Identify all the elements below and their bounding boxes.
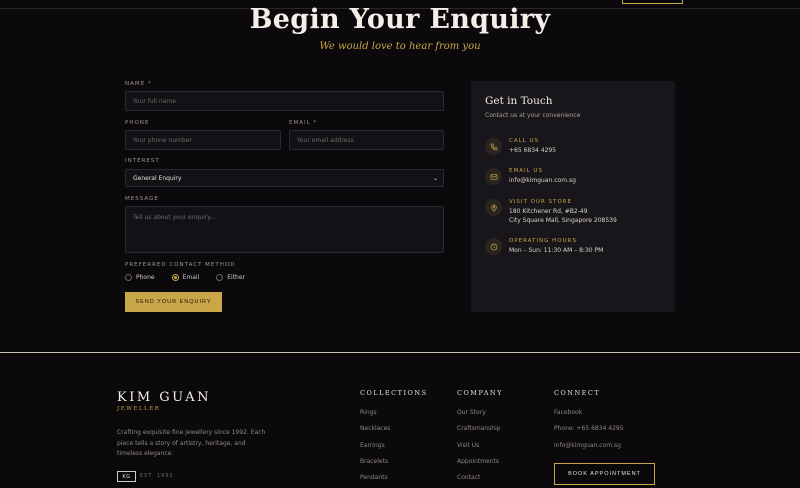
email-us-title: EMAIL US bbox=[509, 168, 543, 174]
call-us-title: CALL US bbox=[509, 138, 539, 144]
footer-description: Crafting exquisite fine jewellery since … bbox=[117, 429, 266, 457]
footer-brand-sub: JEWELLER bbox=[117, 406, 161, 412]
radio-email[interactable]: Email bbox=[171, 274, 200, 281]
map-pin-icon bbox=[485, 199, 502, 216]
footer-link-earrings[interactable]: Earrings bbox=[360, 442, 385, 449]
address-line-1: 180 Kitchener Rd, #B2-49 bbox=[509, 208, 588, 215]
footer-link-facebook[interactable]: Facebook bbox=[554, 409, 582, 416]
phone-label: PHONE bbox=[125, 120, 150, 126]
footer-link-appointments[interactable]: Appointments bbox=[457, 458, 499, 465]
footer-link-phone[interactable]: Phone: +65 6834 4295 bbox=[554, 425, 624, 432]
name-placeholder: Your full name bbox=[133, 97, 176, 105]
radio-either-label: Either bbox=[227, 274, 246, 281]
footer-link-visit-us[interactable]: Visit Us bbox=[457, 442, 479, 449]
footer-link-craftsmanship[interactable]: Craftsmanship bbox=[457, 425, 501, 432]
email-us-value[interactable]: info@kimguan.com.sg bbox=[509, 176, 576, 185]
kg-badge: KG bbox=[117, 471, 136, 482]
contact-card: Get in Touch Contact us at your convenie… bbox=[471, 81, 675, 312]
page-subtitle: We would love to hear from you bbox=[319, 41, 481, 52]
radio-circle bbox=[216, 274, 224, 281]
footer-link-contact[interactable]: Contact bbox=[457, 474, 480, 481]
email-input[interactable]: Your email address bbox=[289, 130, 444, 150]
footer-brand: KIM GUAN bbox=[117, 390, 211, 405]
contact-card-subtitle: Contact us at your convenience bbox=[485, 112, 581, 119]
radio-circle-selected bbox=[171, 274, 179, 281]
connect-heading: CONNECT bbox=[554, 389, 601, 397]
email-label: EMAIL * bbox=[289, 120, 318, 126]
phone-icon bbox=[485, 138, 502, 155]
visit-store-title: VISIT OUR STORE bbox=[509, 199, 573, 205]
footer-link-bracelets[interactable]: Bracelets bbox=[360, 458, 388, 465]
footer-link-our-story[interactable]: Our Story bbox=[457, 409, 486, 416]
footer-link-rings[interactable]: Rings bbox=[360, 409, 377, 416]
contact-card-title: Get in Touch bbox=[485, 95, 553, 107]
mail-icon bbox=[485, 168, 502, 185]
book-appointment-button[interactable]: BOOK APPOINTMENT bbox=[554, 463, 655, 485]
message-placeholder: Tell us about your enquiry... bbox=[133, 214, 216, 221]
footer-link-email[interactable]: info@kimguan.com.sg bbox=[554, 442, 621, 449]
phone-placeholder: Your phone number bbox=[133, 136, 192, 144]
radio-phone[interactable]: Phone bbox=[125, 274, 155, 281]
interest-select[interactable]: General Enquiry ⌄ bbox=[125, 169, 444, 187]
message-textarea[interactable]: Tell us about your enquiry... bbox=[125, 206, 444, 253]
operating-hours-value: Mon – Sun: 11:30 AM – 8:30 PM bbox=[509, 247, 604, 254]
call-us-value[interactable]: +65 6834 4295 bbox=[509, 146, 556, 155]
radio-circle bbox=[125, 274, 132, 281]
visit-store-address: 180 Kitchener Rd, #B2-49 City Square Mal… bbox=[509, 207, 617, 225]
contact-method-group: Phone Email Either bbox=[125, 274, 255, 281]
radio-phone-label: Phone bbox=[136, 274, 155, 281]
footer-link-necklaces[interactable]: Necklaces bbox=[360, 425, 390, 432]
message-label: MESSAGE bbox=[125, 196, 159, 202]
radio-either[interactable]: Either bbox=[216, 274, 245, 281]
radio-email-label: Email bbox=[182, 274, 200, 281]
name-input[interactable]: Your full name bbox=[125, 91, 444, 111]
chevron-down-icon: ⌄ bbox=[432, 174, 438, 182]
footer-divider bbox=[0, 352, 800, 353]
collections-heading: COLLECTIONS bbox=[360, 389, 428, 397]
footer-link-pendants[interactable]: Pendants bbox=[360, 474, 388, 481]
company-heading: COMPANY bbox=[457, 389, 503, 397]
interest-label: INTEREST bbox=[125, 158, 160, 164]
operating-hours-title: OPERATING HOURS bbox=[509, 238, 577, 244]
interest-value: General Enquiry bbox=[133, 174, 182, 182]
address-line-2: City Square Mall, Singapore 208539 bbox=[509, 217, 617, 224]
name-label: NAME * bbox=[125, 81, 152, 87]
established-text: EST. 1992 bbox=[140, 473, 174, 479]
send-enquiry-button[interactable]: SEND YOUR ENQUIRY bbox=[125, 292, 222, 312]
phone-input[interactable]: Your phone number bbox=[125, 130, 281, 150]
page-title: Begin Your Enquiry bbox=[249, 4, 551, 35]
clock-icon bbox=[485, 238, 502, 255]
email-placeholder: Your email address bbox=[297, 136, 354, 144]
contact-method-label: PREFERRED CONTACT METHOD bbox=[125, 262, 236, 268]
